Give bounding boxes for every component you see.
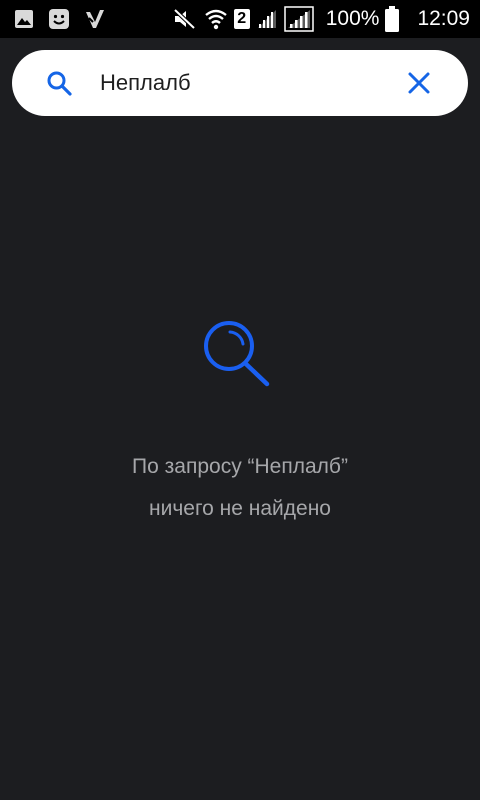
search-bar[interactable] xyxy=(12,50,468,116)
check-icon xyxy=(84,8,106,30)
mute-icon xyxy=(172,7,198,31)
search-input[interactable] xyxy=(100,70,370,96)
battery-percent: 100% xyxy=(325,7,380,30)
smiley-icon xyxy=(48,8,70,30)
system-icons: 2 100% 12:09 xyxy=(172,6,470,32)
status-bar: 2 100% 12:09 xyxy=(0,0,480,38)
signal-icon xyxy=(256,8,278,30)
empty-state: По запросу “Неплалб” ничего не найдено xyxy=(0,318,480,530)
signal-icon xyxy=(283,6,314,32)
notification-area xyxy=(14,8,106,30)
empty-state-message: По запросу “Неплалб” ничего не найдено xyxy=(0,446,480,530)
clock: 12:09 xyxy=(417,7,470,30)
search-icon xyxy=(204,321,270,387)
empty-state-line-2: ничего не найдено xyxy=(149,497,331,520)
gallery-icon xyxy=(14,9,34,29)
sim-indicator: 2 xyxy=(233,9,250,29)
battery-icon xyxy=(385,6,400,32)
clear-search-button[interactable] xyxy=(406,70,432,96)
wifi-icon xyxy=(204,7,228,31)
close-icon xyxy=(408,72,430,94)
search-icon[interactable] xyxy=(46,70,72,96)
empty-state-line-1: По запросу “Неплалб” xyxy=(132,455,348,478)
